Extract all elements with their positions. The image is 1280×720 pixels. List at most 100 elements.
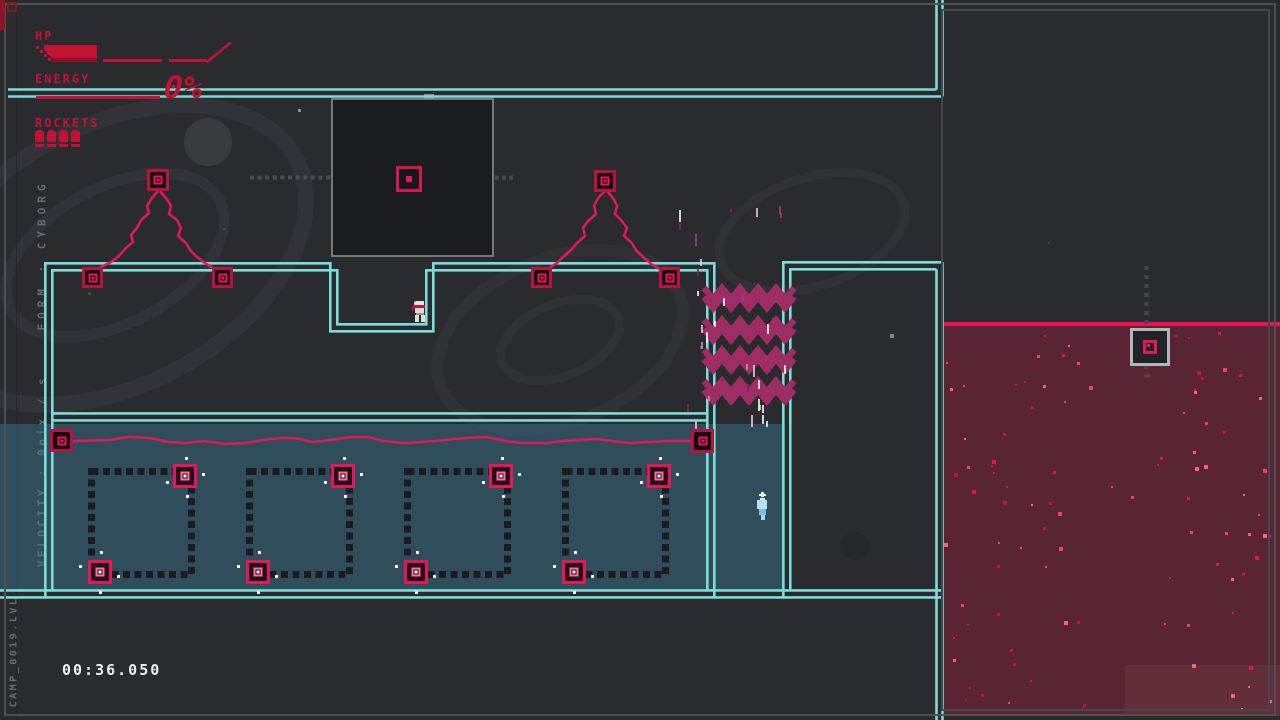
target-core-icon — [665, 273, 674, 282]
target-core-icon — [570, 568, 579, 577]
target-core-icon — [497, 472, 506, 481]
spark — [640, 481, 643, 484]
particle — [701, 325, 703, 333]
spark — [202, 473, 205, 476]
timer-value: 00:36.050 — [62, 661, 161, 679]
particle — [751, 415, 753, 427]
particle — [701, 342, 703, 349]
spark — [99, 591, 102, 594]
spark — [344, 495, 347, 498]
spark — [395, 565, 398, 568]
crate-target-node — [647, 464, 671, 488]
spark — [100, 551, 103, 554]
spark — [343, 457, 346, 460]
energy-underline — [36, 96, 160, 99]
crate-target-node — [331, 464, 355, 488]
target-node — [594, 170, 616, 192]
spark — [574, 551, 577, 554]
spark — [237, 565, 240, 568]
spark — [482, 481, 485, 484]
rocket-icon — [47, 130, 56, 148]
particle — [784, 365, 786, 374]
crate-target-node — [246, 560, 270, 584]
target-core-icon — [88, 273, 97, 282]
rockets-count — [35, 130, 80, 148]
particle — [695, 421, 697, 429]
target-core-icon — [537, 273, 546, 282]
crate-target-node — [404, 560, 428, 584]
lava-target-node — [1130, 328, 1170, 366]
particle — [756, 208, 758, 217]
particle — [695, 234, 697, 246]
particle — [779, 206, 781, 214]
crate-target-node — [173, 464, 197, 488]
target-core-icon — [154, 176, 163, 185]
spark — [502, 495, 505, 498]
hp-bar — [0, 0, 260, 120]
spark — [591, 575, 594, 578]
target-core-icon — [1143, 340, 1157, 354]
rocket-icon — [35, 130, 44, 148]
target-core-icon — [339, 472, 348, 481]
laser-arc — [160, 191, 220, 272]
particle — [758, 399, 760, 411]
target-core-icon — [218, 273, 227, 282]
creature-sprite — [754, 492, 770, 522]
spark — [415, 591, 418, 594]
laser-arc — [542, 191, 605, 272]
target-core-icon — [96, 568, 105, 577]
particle — [697, 268, 699, 276]
spark — [79, 565, 82, 568]
spark — [360, 473, 363, 476]
spark — [659, 457, 662, 460]
particle — [747, 384, 749, 391]
spark — [186, 495, 189, 498]
spark — [501, 457, 504, 460]
particle — [758, 380, 760, 389]
target-node — [147, 169, 169, 191]
particle — [742, 293, 744, 301]
particle — [714, 321, 716, 327]
box-target-node — [396, 166, 422, 192]
spark — [324, 481, 327, 484]
target-core-icon — [655, 472, 664, 481]
target-node — [82, 267, 103, 288]
player-character — [412, 301, 432, 324]
laser-arcs — [95, 191, 666, 272]
corner-marker — [7, 2, 17, 12]
spark — [553, 565, 556, 568]
particle — [700, 259, 702, 266]
particle — [706, 332, 708, 343]
target-node — [212, 267, 233, 288]
particle — [765, 355, 767, 361]
rocket-icon — [59, 130, 68, 148]
particle — [730, 209, 732, 213]
particle — [708, 396, 710, 401]
particle — [753, 365, 755, 377]
spark — [416, 551, 419, 554]
spark — [258, 551, 261, 554]
tension-wire — [73, 437, 692, 444]
crate-target-node — [88, 560, 112, 584]
game-viewport[interactable]: FORM : CYBORG VELOCITY : 0pix / s CAMP_0… — [0, 0, 1280, 720]
crate-target-node — [489, 464, 513, 488]
laser-arc — [607, 191, 666, 272]
particle — [697, 291, 699, 296]
particle — [772, 318, 774, 323]
particle — [762, 415, 764, 424]
target-core-icon — [406, 176, 412, 182]
particle — [762, 405, 764, 413]
particle — [769, 325, 771, 331]
spark — [166, 481, 169, 484]
particle — [679, 210, 681, 222]
target-core-icon — [57, 436, 66, 445]
particle — [723, 298, 725, 306]
spark — [117, 575, 120, 578]
spark — [676, 473, 679, 476]
spark — [573, 591, 576, 594]
spark — [257, 591, 260, 594]
target-node — [531, 267, 552, 288]
spark — [518, 473, 521, 476]
target-core-icon — [181, 472, 190, 481]
target-core-icon — [254, 568, 263, 577]
